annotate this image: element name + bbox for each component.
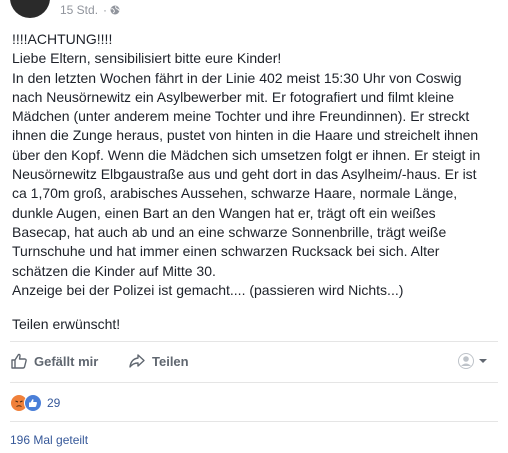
like-label: Gefällt mir <box>34 353 99 369</box>
post-line: schätzen die Kinder auf Mitte 30. <box>12 262 216 279</box>
divider <box>10 382 498 383</box>
reaction-count: 29 <box>47 396 61 410</box>
viewer-select[interactable] <box>458 353 489 369</box>
share-label: Teilen <box>152 353 189 369</box>
divider <box>10 421 498 422</box>
globe-icon[interactable] <box>110 5 120 15</box>
post-line: Neusörnewitz Elbgaustraße aus und geht d… <box>12 166 477 183</box>
post-line: In den letzten Wochen fährt in der Linie… <box>12 69 462 86</box>
post-line: Turnschuhe und hat immer einen schwarzen… <box>12 243 440 260</box>
post-line: ca 1,70m groß, arabisches Aussehen, schw… <box>12 185 458 202</box>
share-button[interactable]: Teilen <box>128 351 189 371</box>
chevron-down-icon <box>479 359 487 363</box>
post-line: Anzeige bei der Polizei ist gemacht.... … <box>12 281 404 298</box>
divider <box>10 341 498 342</box>
like-button[interactable]: Gefällt mir <box>10 351 98 371</box>
post-timestamp[interactable]: 15 Std. <box>60 3 98 17</box>
reaction-summary[interactable]: 29 <box>10 394 60 412</box>
post-closing: Teilen erwünscht! <box>12 316 121 333</box>
post-line: Liebe Eltern, sensibilisiert bitte eure … <box>12 50 282 67</box>
thumbs-up-icon <box>11 353 27 369</box>
post-line: über den Kopf. Wenn die Mädchen sich ums… <box>12 146 481 163</box>
action-bar: Gefällt mir Teilen <box>0 343 508 379</box>
post-text: !!!!ACHTUNG!!!! Liebe Eltern, sensibilis… <box>12 30 502 334</box>
post-line: !!!!ACHTUNG!!!! <box>12 31 113 47</box>
post-line: dunkle Augen, einen Bart an den Wangen h… <box>12 204 436 221</box>
separator: · <box>103 3 107 17</box>
post-line: Basecap, hat auch ab und an eine schwarz… <box>12 223 447 240</box>
post-line: Mädchen (unter anderem meine Tochter und… <box>12 108 470 125</box>
like-reaction-icon <box>24 394 42 412</box>
post-line: nach Neusörnewitz ein Asylbewerber mit. … <box>12 88 454 105</box>
profile-icon <box>458 353 474 369</box>
post-header: 15 Std. · <box>0 0 508 26</box>
share-arrow-icon <box>129 354 145 368</box>
post-line: ihnen die Zunge heraus, pustet von hinte… <box>12 127 479 144</box>
share-count[interactable]: 196 Mal geteilt <box>10 433 88 447</box>
avatar[interactable] <box>10 0 50 18</box>
